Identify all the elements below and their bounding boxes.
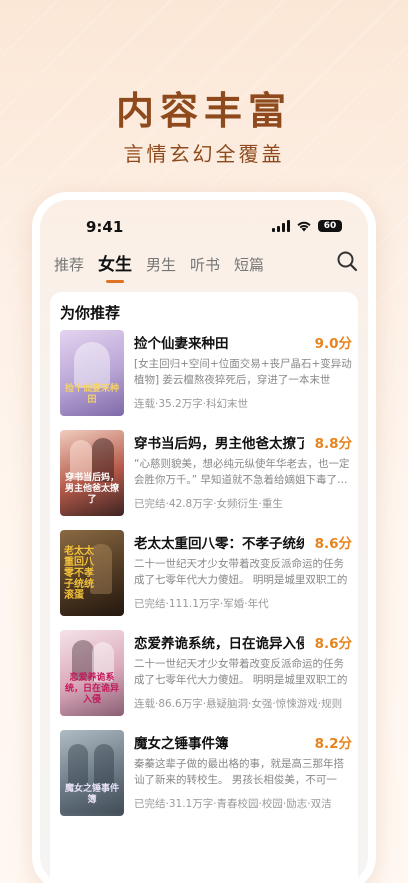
wifi-icon	[297, 221, 311, 232]
book-meta: 已完结·42.8万字·女频衍生·重生	[134, 498, 283, 510]
search-icon[interactable]	[336, 250, 358, 272]
book-title: 穿书当后妈，男主他爸太撩了	[134, 436, 304, 452]
book-cover-title: 老太太重回八零不孝子统统滚蛋	[64, 546, 94, 601]
book-desc: 二十一世纪天才少女带着改变反派命运的任务成了七零年代大力傻妞。 明明是城里双职工…	[134, 558, 348, 586]
book-cover: 魔女之锤事件簿	[60, 730, 124, 816]
book-title: 捡个仙妻来种田	[134, 336, 229, 352]
book-item[interactable]: 捡个仙妻来种田 捡个仙妻来种田 9.0分 [女主回归+空间+位面交易+丧尸晶石+…	[60, 330, 352, 418]
book-title: 恋爱养诡系统，日在诡异入侵	[134, 636, 304, 652]
book-desc: [女主回归+空间+位面交易+丧尸晶石+变异动植物] 姜云檀熬夜猝死后，穿进了一本…	[134, 358, 352, 386]
tab-female[interactable]: 女生	[98, 250, 132, 275]
book-desc: 秦蓁这辈子做的最出格的事，就是高三那年搭讪了新来的转校生。 男孩长相俊美，不可一…	[134, 758, 344, 786]
book-cover-title: 捡个仙妻来种田	[64, 384, 119, 405]
battery-icon: 60	[318, 220, 342, 232]
book-item[interactable]: 穿书当后妈，男主他爸太撩了 穿书当后妈，男主他爸太撩了 8.8分 “心慈则貌美，…	[60, 430, 352, 518]
book-item[interactable]: 魔女之锤事件簿 魔女之锤事件簿 8.2分 秦蓁这辈子做的最出格的事，就是高三那年…	[60, 730, 352, 818]
hero-title: 内容丰富	[115, 89, 292, 133]
book-score: 9.0分	[314, 336, 352, 352]
book-score: 8.2分	[314, 736, 352, 752]
tab-audiobook[interactable]: 听书	[190, 254, 220, 275]
status-icons: 60	[272, 220, 342, 232]
book-item[interactable]: 恋爱养诡系统，日在诡异入侵 恋爱养诡系统，日在诡异入侵 8.6分 二十一世纪天才…	[60, 630, 352, 718]
book-meta: 已完结·111.1万字·军婚·年代	[134, 598, 269, 610]
status-time: 9:41	[86, 218, 124, 236]
phone-screen: 9:41 60 推荐 女生 男生 听书 短篇 为你推荐 捡个仙妻来种田 捡个仙妻…	[40, 200, 368, 883]
tab-short[interactable]: 短篇	[234, 254, 264, 275]
book-meta: 已完结·31.1万字·青春校园·校园·励志·双洁	[134, 798, 332, 810]
book-meta: 连载·35.2万字·科幻末世	[134, 398, 249, 410]
book-meta: 连载·86.6万字·悬疑脑洞·女强·惊悚游戏·规则	[134, 698, 343, 710]
book-score: 8.6分	[314, 536, 352, 552]
book-cover-title: 魔女之锤事件簿	[64, 784, 119, 805]
phone-frame: 9:41 60 推荐 女生 男生 听书 短篇 为你推荐 捡个仙妻来种田 捡个仙妻…	[32, 192, 376, 883]
book-score: 8.8分	[314, 436, 352, 452]
book-title: 魔女之锤事件簿	[134, 736, 229, 752]
section-title: 为你推荐	[60, 304, 121, 322]
book-desc: “心慈则貌美，想必纯元纵使年华老去，也一定会胜你万千。” 早知道就不急着给嫡姐下…	[134, 458, 350, 486]
list-fade-overlay	[50, 812, 358, 883]
status-bar: 9:41 60	[40, 218, 368, 240]
book-desc: 二十一世纪天才少女带着改变反派命运的任务成了七零年代大力傻妞。 明明是城里双职工…	[134, 658, 348, 686]
tab-male[interactable]: 男生	[146, 254, 176, 275]
book-item[interactable]: 老太太重回八零不孝子统统滚蛋 老太太重回八零：不孝子统统滚蛋 8.6分 二十一世…	[60, 530, 352, 618]
recommend-card: 为你推荐 捡个仙妻来种田 捡个仙妻来种田 9.0分 [女主回归+空间+位面交易+…	[50, 292, 358, 883]
book-cover: 老太太重回八零不孝子统统滚蛋	[60, 530, 124, 616]
signal-icon	[272, 220, 290, 232]
category-tabs: 推荐 女生 男生 听书 短篇	[54, 250, 264, 275]
book-cover-title: 穿书当后妈，男主他爸太撩了	[64, 473, 119, 505]
book-cover-title: 恋爱养诡系统，日在诡异入侵	[64, 673, 119, 705]
hero-subtitle: 言情玄幻全覆盖	[123, 142, 285, 166]
book-cover: 穿书当后妈，男主他爸太撩了	[60, 430, 124, 516]
book-title: 老太太重回八零：不孝子统统滚蛋	[134, 536, 304, 552]
book-score: 8.6分	[314, 636, 352, 652]
book-cover: 恋爱养诡系统，日在诡异入侵	[60, 630, 124, 716]
book-cover: 捡个仙妻来种田	[60, 330, 124, 416]
tab-recommend[interactable]: 推荐	[54, 254, 84, 275]
